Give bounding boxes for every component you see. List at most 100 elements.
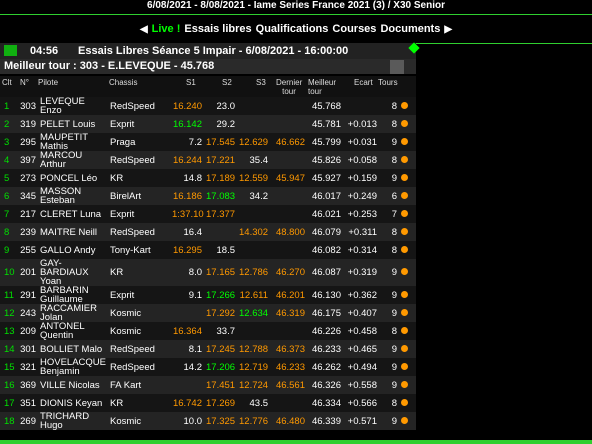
cell-s3: 12.719 — [239, 361, 269, 373]
table-row[interactable]: 3 295 MAUPETIT Mathis Praga 7.2 17.545 12.629 4… — [0, 133, 416, 151]
nav-courses[interactable]: Courses — [332, 23, 376, 35]
cell-best: 46.079 — [311, 226, 341, 238]
cell-chassis: Exprit — [110, 208, 135, 220]
cell-clt: 4 — [4, 154, 10, 166]
cell-chassis: Kosmic — [110, 325, 142, 337]
cell-s1 — [170, 376, 204, 394]
cell-num: 291 — [20, 289, 36, 301]
table-row[interactable]: 4 397 MARCOU Arthur RedSpeed 16.244 17.221 35.… — [0, 151, 416, 169]
status-dot-icon — [401, 290, 408, 298]
table-row[interactable]: 8 239 MAITRE Neill RedSpeed 16.4 14.302 48.800… — [0, 223, 416, 241]
cell-best: 46.130 — [311, 289, 341, 301]
cell-s2: 17.292 — [206, 307, 236, 319]
cell-status — [399, 286, 416, 304]
options-square-icon[interactable] — [390, 60, 404, 74]
next-arrow-icon[interactable]: ▶ — [444, 24, 452, 35]
cell-clt: 16 — [4, 379, 15, 391]
table-header: Clt N° Pilote Chassis S1 S2 S3 Dernier t… — [0, 76, 416, 97]
cell-laps: 8 — [391, 226, 397, 238]
cell-status — [399, 340, 416, 358]
table-row[interactable]: 10 201 GAY-BARDIAUX Yoan KR 8.0 17.165 12.786 4… — [0, 259, 416, 286]
cell-pilot: GAY-BARDIAUX Yoan — [40, 259, 89, 286]
nav-live[interactable]: Live ! — [152, 23, 181, 35]
main-nav: ◀ Live ! Essais libres Qualifications Co… — [0, 14, 592, 44]
cell-laps: 8 — [391, 118, 397, 130]
cell-clt: 15 — [4, 361, 15, 373]
cell-gap: +0.249 — [347, 190, 377, 202]
cell-best: 45.799 — [311, 136, 341, 148]
cell-s2: 17.206 — [206, 361, 236, 373]
table-row[interactable]: 2 319 PELET Louis Exprit 16.142 29.2 45.781 +0.… — [0, 115, 416, 133]
cell-last — [270, 322, 307, 340]
cell-clt: 3 — [4, 136, 10, 148]
col-s2: S2 — [222, 78, 232, 87]
cell-s1 — [170, 304, 204, 322]
cell-clt: 18 — [4, 415, 15, 427]
cell-s1: 8.0 — [188, 267, 202, 278]
cell-chassis: RedSpeed — [110, 343, 155, 355]
table-row[interactable]: 5 273 PONCEL Léo KR 14.8 17.189 12.559 45.947 45… — [0, 169, 416, 187]
cell-gap: +0.311 — [348, 226, 377, 238]
cell-s2: 17.451 — [206, 379, 236, 391]
flag-icon — [4, 45, 17, 56]
cell-status — [399, 322, 416, 340]
cell-chassis: Kosmic — [110, 307, 142, 319]
cell-s2: 33.7 — [216, 325, 236, 337]
cell-pilot: VILLE Nicolas — [40, 379, 100, 391]
nav-essais-libres[interactable]: Essais libres — [184, 23, 251, 35]
table-row[interactable]: 7 217 CLERET Luna Exprit 1:37.10317.377 46.02… — [0, 205, 416, 223]
cell-laps: 9 — [391, 379, 397, 391]
prev-arrow-icon[interactable]: ◀ — [140, 24, 148, 35]
cell-num: 273 — [20, 172, 36, 184]
table-row[interactable]: 13 209 ANTONEL Quentin Kosmic 16.364 33.7 46.2… — [0, 322, 416, 340]
cell-num: 397 — [20, 154, 36, 166]
session-title: Essais Libres Séance 5 Impair - 6/08/202… — [78, 45, 349, 57]
cell-s3 — [237, 97, 270, 115]
cell-num: 319 — [20, 118, 36, 130]
cell-last: 46.319 — [275, 307, 305, 319]
table-row[interactable]: 9 255 GALLO Andy Tony-Kart 16.295 18.5 46.082 +… — [0, 241, 416, 259]
cell-num: 369 — [20, 379, 36, 391]
cell-status — [399, 169, 416, 187]
status-dot-icon — [401, 398, 408, 406]
status-dot-icon — [401, 326, 408, 334]
table-row[interactable]: 1 303 LEVEQUE Enzo RedSpeed 16.240 23.0 45.768… — [0, 97, 416, 115]
cell-status — [399, 115, 416, 133]
cell-chassis: RedSpeed — [110, 361, 155, 373]
cell-last: 46.373 — [275, 343, 305, 355]
session-time: 04:56 — [30, 45, 59, 57]
table-row[interactable]: 6 345 MASSON Esteban BirelArt 16.186 17.083 34… — [0, 187, 416, 205]
table-row[interactable]: 17 351 DIONIS Keyan KR 16.742 17.269 43.5 46.33… — [0, 394, 416, 412]
table-row[interactable]: 11 291 BARBARIN Guillaume Exprit 9.1 17.266 12… — [0, 286, 416, 304]
cell-gap: +0.566 — [347, 397, 377, 409]
cell-gap: +0.058 — [347, 154, 377, 166]
cell-laps: 9 — [391, 172, 397, 184]
table-row[interactable]: 12 243 RACCAMIER Jolan Kosmic 17.292 12.634 46… — [0, 304, 416, 322]
table-row[interactable]: 18 269 TRICHARD Hugo Kosmic 10.0 17.325 12.776… — [0, 412, 416, 430]
col-pilote: Pilote — [38, 78, 59, 87]
cell-laps: 9 — [391, 361, 397, 373]
status-dot-icon — [401, 155, 408, 163]
cell-last — [270, 187, 307, 205]
bottom-divider — [0, 440, 592, 444]
cell-num: 217 — [20, 208, 36, 220]
cell-chassis: Praga — [110, 136, 136, 148]
cell-clt: 11 — [4, 289, 14, 301]
cell-s3 — [237, 241, 270, 259]
cell-chassis: RedSpeed — [110, 226, 155, 238]
table-row[interactable]: 14 301 BOLLIET Malo RedSpeed 8.1 17.245 12.788… — [0, 340, 416, 358]
cell-laps: 9 — [391, 289, 397, 301]
cell-num: 255 — [20, 244, 36, 256]
table-row[interactable]: 15 321 HOVELACQUE Benjamin RedSpeed 14.2 17.2… — [0, 358, 416, 376]
cell-chassis: KR — [110, 267, 124, 278]
cell-chassis: Tony-Kart — [110, 244, 151, 256]
cell-num: 239 — [20, 226, 36, 238]
nav-qualifications[interactable]: Qualifications — [256, 23, 329, 35]
nav-documents[interactable]: Documents — [380, 23, 440, 35]
cell-pilot: CLERET Luna — [40, 208, 102, 220]
cell-s3 — [237, 115, 270, 133]
cell-s3: 43.5 — [249, 397, 269, 409]
cell-pilot: BOLLIET Malo — [40, 343, 103, 355]
cell-gap: +0.013 — [347, 118, 377, 130]
table-row[interactable]: 16 369 VILLE Nicolas FA Kart 17.451 12.724 46.… — [0, 376, 416, 394]
